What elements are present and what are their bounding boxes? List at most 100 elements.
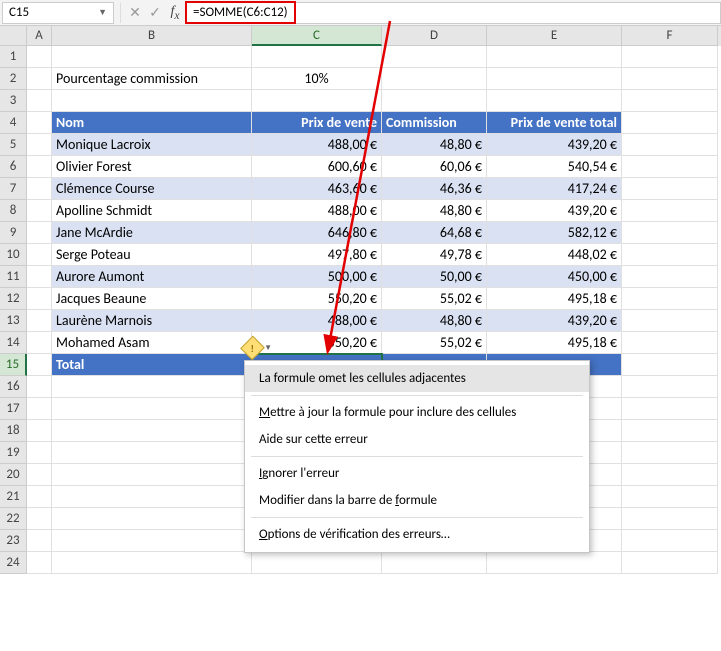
row-header-5[interactable]: 5 <box>0 134 27 156</box>
cell[interactable] <box>487 90 622 112</box>
cell[interactable] <box>622 266 718 288</box>
select-all-corner[interactable] <box>0 26 27 46</box>
cell[interactable] <box>27 464 52 486</box>
cell[interactable] <box>622 310 718 332</box>
cell[interactable] <box>487 46 622 68</box>
cell[interactable] <box>622 156 718 178</box>
row-header-3[interactable]: 3 <box>0 90 27 112</box>
cell[interactable] <box>252 552 382 574</box>
cell[interactable] <box>27 332 52 354</box>
cell[interactable] <box>27 486 52 508</box>
cell[interactable] <box>487 68 622 90</box>
cell-prix[interactable]: 488,00 € <box>252 200 382 222</box>
cancel-icon[interactable]: ✕ <box>125 4 145 21</box>
cell[interactable] <box>27 46 52 68</box>
cell[interactable] <box>622 332 718 354</box>
menu-item-update[interactable]: Mettre à jour la formule pour inclure de… <box>245 399 589 426</box>
cell[interactable] <box>27 552 52 574</box>
cell-comm[interactable]: 64,68 € <box>382 222 487 244</box>
cell[interactable] <box>27 442 52 464</box>
cell-prix[interactable]: 550,20 € <box>252 288 382 310</box>
cell[interactable] <box>27 90 52 112</box>
cell[interactable] <box>27 398 52 420</box>
cell[interactable] <box>27 310 52 332</box>
cell[interactable] <box>622 442 718 464</box>
th-total[interactable]: Prix de vente total <box>487 112 622 134</box>
col-header-E[interactable]: E <box>487 26 622 46</box>
row-header-19[interactable]: 19 <box>0 442 27 464</box>
cell-prix[interactable]: 500,00 € <box>252 266 382 288</box>
cell-nom[interactable]: Aurore Aumont <box>52 266 252 288</box>
cell-prix[interactable]: 600,60 € <box>252 156 382 178</box>
cell[interactable] <box>382 552 487 574</box>
cell[interactable] <box>382 46 487 68</box>
cell[interactable] <box>622 530 718 552</box>
row-header-21[interactable]: 21 <box>0 486 27 508</box>
cell[interactable] <box>27 134 52 156</box>
cell[interactable] <box>27 200 52 222</box>
cell[interactable] <box>27 68 52 90</box>
cell[interactable] <box>52 376 252 398</box>
cell[interactable] <box>52 442 252 464</box>
row-header-6[interactable]: 6 <box>0 156 27 178</box>
cell-prix[interactable]: 646,80 € <box>252 222 382 244</box>
cell-nom[interactable]: Monique Lacroix <box>52 134 252 156</box>
cell-nom[interactable]: Apolline Schmidt <box>52 200 252 222</box>
cell[interactable] <box>622 178 718 200</box>
cell[interactable] <box>622 134 718 156</box>
col-header-A[interactable]: A <box>27 26 52 46</box>
cell-prix[interactable]: 463,60 € <box>252 178 382 200</box>
cell[interactable] <box>622 398 718 420</box>
cell-comm[interactable]: 49,78 € <box>382 244 487 266</box>
cell-nom[interactable]: Jacques Beaune <box>52 288 252 310</box>
cell-total[interactable]: 540,54 € <box>487 156 622 178</box>
cell-total[interactable]: 582,12 € <box>487 222 622 244</box>
cell[interactable] <box>622 354 718 376</box>
cell[interactable] <box>27 156 52 178</box>
cell-comm[interactable]: 48,80 € <box>382 310 487 332</box>
cell[interactable] <box>52 508 252 530</box>
cell-total[interactable]: 439,20 € <box>487 310 622 332</box>
row-header-10[interactable]: 10 <box>0 244 27 266</box>
row-header-12[interactable]: 12 <box>0 288 27 310</box>
total-label[interactable]: Total <box>52 354 252 376</box>
col-header-F[interactable]: F <box>622 26 718 46</box>
cell[interactable] <box>27 288 52 310</box>
cell-nom[interactable]: Olivier Forest <box>52 156 252 178</box>
cell[interactable] <box>27 112 52 134</box>
commission-value[interactable]: 10% <box>252 68 382 90</box>
cell[interactable] <box>622 90 718 112</box>
row-header-4[interactable]: 4 <box>0 112 27 134</box>
enter-icon[interactable]: ✓ <box>145 4 165 21</box>
row-header-17[interactable]: 17 <box>0 398 27 420</box>
cell[interactable] <box>622 68 718 90</box>
row-header-20[interactable]: 20 <box>0 464 27 486</box>
cell-nom[interactable]: Jane McArdie <box>52 222 252 244</box>
cell[interactable] <box>27 354 52 376</box>
cell[interactable] <box>622 420 718 442</box>
cell-total[interactable]: 450,00 € <box>487 266 622 288</box>
row-header-9[interactable]: 9 <box>0 222 27 244</box>
cell[interactable] <box>27 420 52 442</box>
row-header-1[interactable]: 1 <box>0 46 27 68</box>
cell[interactable] <box>487 552 622 574</box>
menu-item-help[interactable]: Aide sur cette erreur <box>245 426 589 453</box>
cell-comm[interactable]: 60,06 € <box>382 156 487 178</box>
name-box[interactable]: C15 ▼ <box>2 2 114 24</box>
cell-total[interactable]: 439,20 € <box>487 134 622 156</box>
cell-total[interactable]: 495,18 € <box>487 332 622 354</box>
cell[interactable] <box>52 530 252 552</box>
cell[interactable] <box>622 486 718 508</box>
cell-total[interactable]: 495,18 € <box>487 288 622 310</box>
cell[interactable] <box>52 486 252 508</box>
row-header-15[interactable]: 15 <box>0 354 27 376</box>
cell[interactable] <box>382 90 487 112</box>
commission-label[interactable]: Pourcentage commission <box>52 68 252 90</box>
cell[interactable] <box>622 376 718 398</box>
cell[interactable] <box>52 398 252 420</box>
row-header-23[interactable]: 23 <box>0 530 27 552</box>
cell-nom[interactable]: Laurène Marnois <box>52 310 252 332</box>
cell-comm[interactable]: 55,02 € <box>382 288 487 310</box>
cell[interactable] <box>382 68 487 90</box>
cell[interactable] <box>27 376 52 398</box>
